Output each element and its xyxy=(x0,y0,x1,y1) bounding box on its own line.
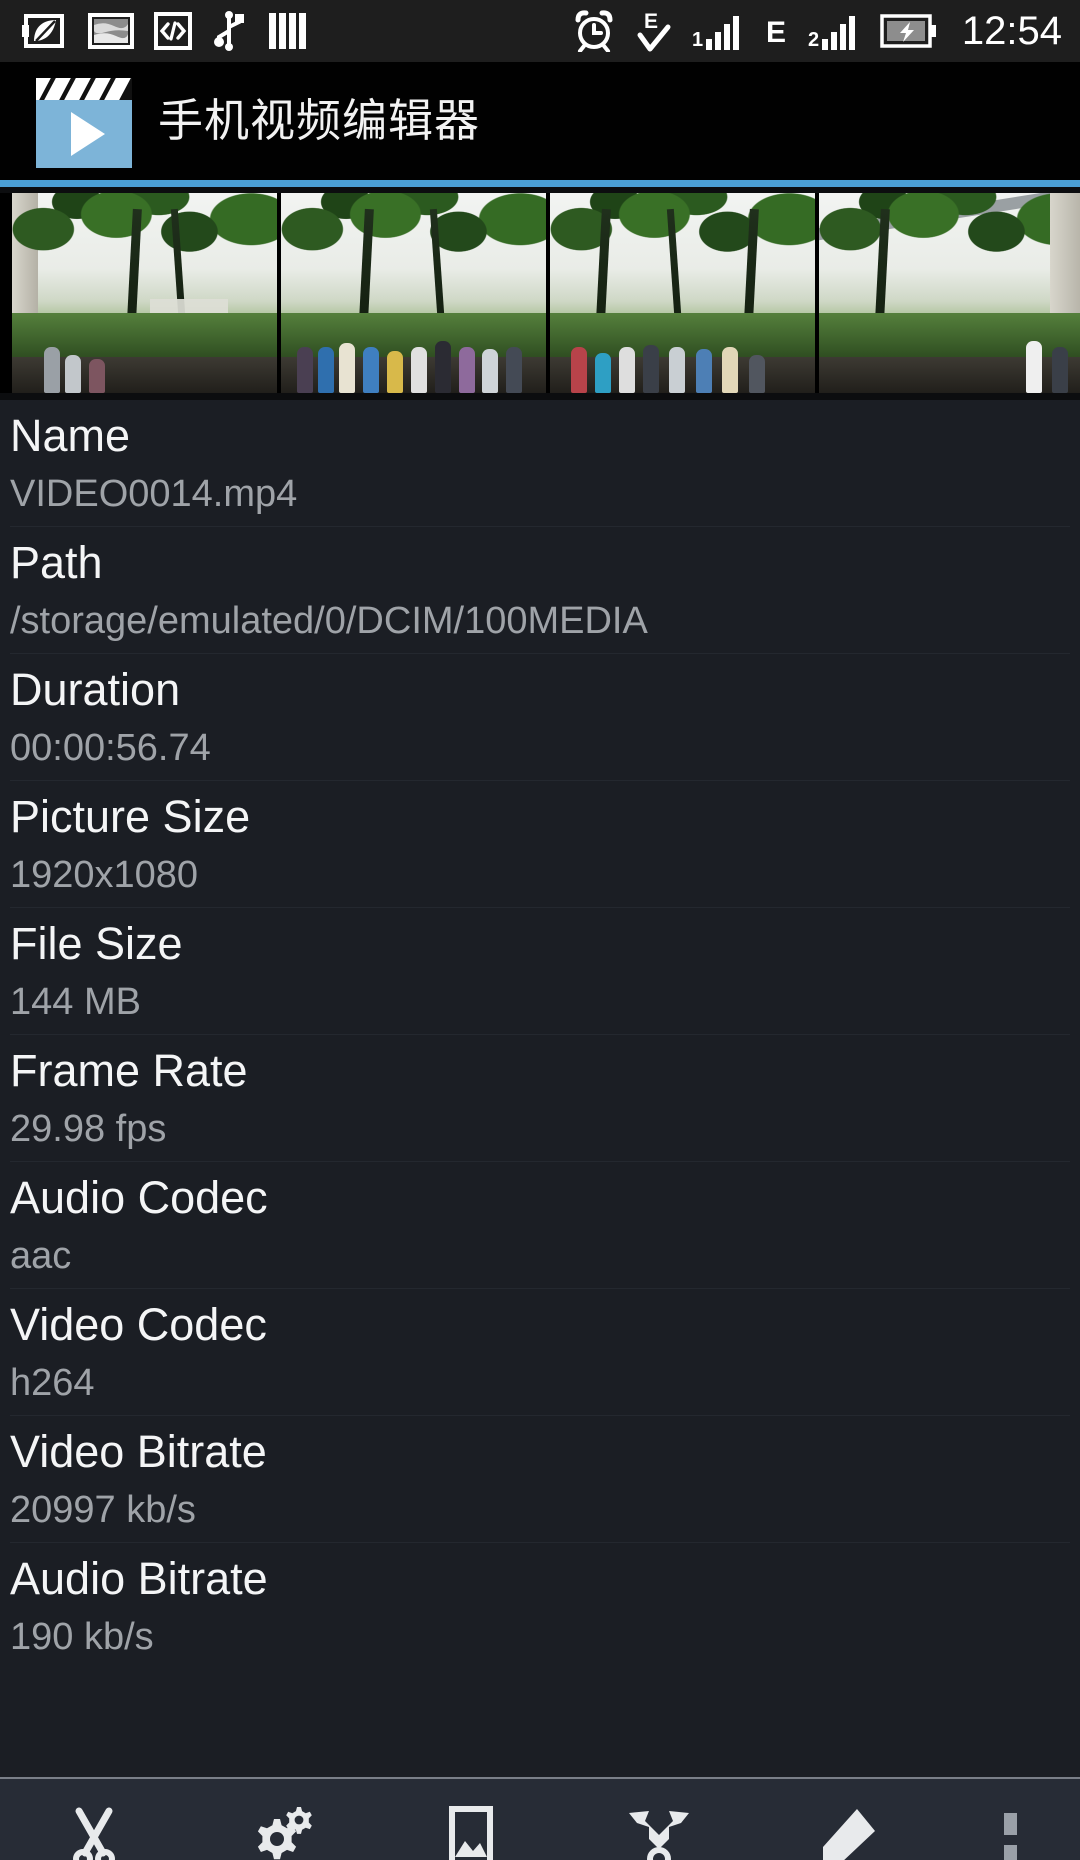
settings-gears-icon xyxy=(258,1807,313,1860)
vpn-bars-icon xyxy=(269,13,306,49)
signal-bars-sim2-icon: 2 xyxy=(808,16,855,50)
metadata-row: Name VIDEO0014.mp4 xyxy=(10,400,1070,526)
toolbar-button-trim[interactable] xyxy=(34,1805,154,1860)
thumbnail-item[interactable] xyxy=(12,193,277,393)
video-frame-thumbnails[interactable] xyxy=(0,193,1080,393)
status-bar-clock: 12:54 xyxy=(961,9,1062,53)
status-bar: E 1 E 2 12:54 xyxy=(0,0,1080,62)
toolbar-button-image[interactable] xyxy=(411,1805,531,1860)
svg-text:2: 2 xyxy=(808,29,819,50)
svg-text:E: E xyxy=(644,10,658,33)
thumbnail-item[interactable] xyxy=(550,193,815,393)
page-title: 手机视频编辑器 xyxy=(158,95,481,146)
metadata-label: Audio Codec xyxy=(10,1172,268,1223)
edge-network-icon: E xyxy=(766,16,786,49)
trim-scissors-icon xyxy=(73,1807,115,1860)
metadata-value: 00:00:56.74 xyxy=(10,727,211,769)
bottom-toolbar xyxy=(0,1777,1080,1860)
metadata-value: 190 kb/s xyxy=(10,1616,154,1658)
image-frame-icon xyxy=(448,1806,493,1860)
metadata-label: Name xyxy=(10,410,131,461)
status-bar-right-icons: E 1 E 2 12:54 xyxy=(572,9,1080,53)
metadata-value: 1920x1080 xyxy=(10,854,199,896)
metadata-value: h264 xyxy=(10,1362,95,1404)
metadata-row: Frame Rate 29.98 fps xyxy=(10,1034,1070,1161)
metadata-label: Video Codec xyxy=(10,1299,267,1350)
metadata-label: Video Bitrate xyxy=(10,1426,267,1477)
screenshot-icon xyxy=(88,13,134,49)
toolbar-button-erase[interactable] xyxy=(788,1805,908,1860)
eraser-icon xyxy=(822,1809,875,1860)
metadata-row: Video Codec h264 xyxy=(10,1288,1070,1415)
developer-code-icon xyxy=(154,12,192,50)
accent-divider xyxy=(0,180,1080,187)
metadata-value: 20997 kb/s xyxy=(10,1489,196,1531)
usb-icon xyxy=(214,11,244,51)
metadata-label: Duration xyxy=(10,664,181,715)
app-title-bar: 手机视频编辑器 xyxy=(0,62,1080,180)
metadata-row: File Size 144 MB xyxy=(10,907,1070,1034)
svg-text:1: 1 xyxy=(692,29,703,50)
battery-charging-icon xyxy=(880,14,936,48)
overflow-menu-icon xyxy=(1004,1805,1018,1860)
toolbar-button-more[interactable] xyxy=(976,1805,1046,1860)
metadata-label: Picture Size xyxy=(10,791,251,842)
power-saver-leaf-icon xyxy=(22,14,64,48)
video-metadata-list: Name VIDEO0014.mp4 Path /storage/emulate… xyxy=(0,400,1080,1777)
alarm-clock-icon xyxy=(575,10,613,52)
svg-text:E: E xyxy=(766,16,786,49)
merge-arrows-icon xyxy=(629,1811,690,1860)
status-bar-left-icons xyxy=(0,11,310,51)
metadata-row: Audio Bitrate 190 kb/s xyxy=(10,1542,1070,1669)
metadata-row: Path /storage/emulated/0/DCIM/100MEDIA xyxy=(10,526,1070,653)
metadata-label: Audio Bitrate xyxy=(10,1553,268,1604)
metadata-value: aac xyxy=(10,1235,72,1277)
metadata-value: VIDEO0014.mp4 xyxy=(10,473,298,515)
metadata-row: Video Bitrate 20997 kb/s xyxy=(10,1415,1070,1542)
metadata-row: Audio Codec aac xyxy=(10,1161,1070,1288)
toolbar-button-merge[interactable] xyxy=(599,1805,719,1860)
metadata-value: 29.98 fps xyxy=(10,1108,167,1150)
signal-bars-sim1-icon: 1 xyxy=(692,16,739,50)
thumbnail-item[interactable] xyxy=(281,193,546,393)
metadata-value: 144 MB xyxy=(10,981,141,1023)
clapperboard-play-icon xyxy=(36,78,132,168)
metadata-row: Duration 00:00:56.74 xyxy=(10,653,1070,780)
metadata-value: /storage/emulated/0/DCIM/100MEDIA xyxy=(10,600,648,642)
metadata-label: File Size xyxy=(10,918,183,969)
edge-data-check-icon: E xyxy=(637,10,671,52)
metadata-row: Picture Size 1920x1080 xyxy=(10,780,1070,907)
metadata-label: Frame Rate xyxy=(10,1045,248,1096)
toolbar-button-settings[interactable] xyxy=(222,1805,342,1860)
app-root: E 1 E 2 12:54 手机视频编辑器 Name VIDEO0014.mp4… xyxy=(0,0,1080,1860)
thumbnail-item[interactable] xyxy=(819,193,1080,393)
metadata-label: Path xyxy=(10,537,103,588)
